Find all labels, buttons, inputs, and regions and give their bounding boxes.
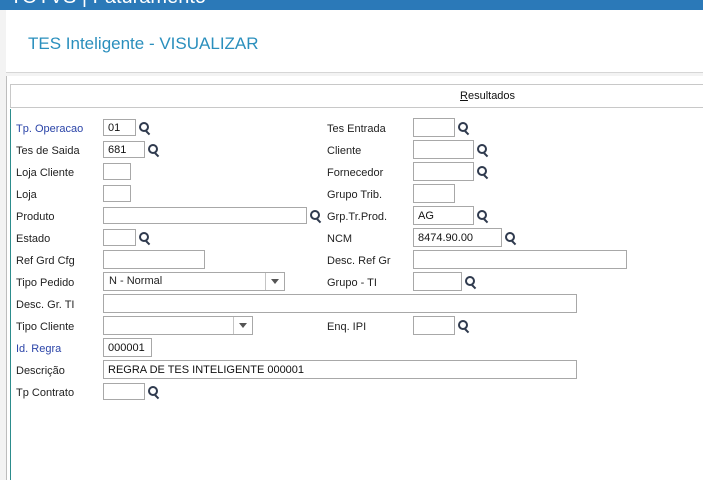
- cliente-label: Cliente: [327, 145, 362, 157]
- tes-entrada-input[interactable]: [413, 118, 455, 137]
- enq-ipi-search-icon[interactable]: [458, 320, 471, 333]
- produto-input[interactable]: [103, 207, 307, 224]
- desc-gr-ti-input[interactable]: [103, 294, 577, 313]
- tp-contrato-label: Tp Contrato: [16, 387, 75, 399]
- tes-saida-input[interactable]: [103, 141, 145, 158]
- cliente-input[interactable]: [413, 140, 474, 159]
- main-area: Resultados Tp. Operacao Tes de Saida Loj…: [6, 76, 703, 480]
- app-top-title: TOTVS | Faturamento: [10, 0, 206, 9]
- tipo-pedido-select[interactable]: N - Normal: [103, 272, 285, 291]
- grp-tr-prod-input[interactable]: [413, 206, 474, 225]
- tipo-pedido-label: Tipo Pedido: [16, 277, 75, 289]
- ncm-search-icon[interactable]: [505, 232, 518, 245]
- enq-ipi-label: Enq. IPI: [327, 321, 367, 333]
- tp-operacao-input[interactable]: [103, 119, 136, 136]
- loja-cliente-label: Loja Cliente: [16, 167, 75, 179]
- cliente-search-icon[interactable]: [477, 144, 490, 157]
- descricao-input[interactable]: [103, 360, 577, 379]
- tp-operacao-search-icon[interactable]: [139, 122, 152, 135]
- loja-input[interactable]: [103, 185, 131, 202]
- tab-resultados-label: esultados: [467, 90, 516, 102]
- app-top-bar: TOTVS | Faturamento: [0, 0, 703, 10]
- id-regra-input[interactable]: [103, 338, 152, 357]
- desc-ref-gr-label: Desc. Ref Gr: [327, 255, 391, 267]
- produto-search-icon[interactable]: [310, 210, 323, 223]
- tp-contrato-search-icon[interactable]: [148, 386, 161, 399]
- fornecedor-label: Fornecedor: [327, 167, 384, 179]
- tipo-cliente-select[interactable]: [103, 316, 253, 335]
- tab-resultados[interactable]: Resultados: [460, 90, 515, 102]
- tes-saida-label: Tes de Saida: [16, 145, 80, 157]
- loja-label: Loja: [16, 189, 37, 201]
- grupo-ti-input[interactable]: [413, 272, 462, 291]
- tipo-pedido-value: N - Normal: [109, 275, 163, 287]
- tes-entrada-search-icon[interactable]: [458, 122, 471, 135]
- desc-ref-gr-input[interactable]: [413, 250, 627, 269]
- tipo-cliente-label: Tipo Cliente: [16, 321, 75, 333]
- results-tab-bar: Resultados: [10, 84, 703, 108]
- estado-search-icon[interactable]: [139, 232, 152, 245]
- ref-grd-cfg-input[interactable]: [103, 250, 205, 269]
- fornecedor-input[interactable]: [413, 162, 474, 181]
- produto-label: Produto: [16, 211, 55, 223]
- tab-resultados-accesskey: R: [460, 90, 468, 102]
- page-header: TES Inteligente - VISUALIZAR: [6, 10, 703, 73]
- grp-tr-prod-search-icon[interactable]: [477, 210, 490, 223]
- desc-gr-ti-label: Desc. Gr. TI: [16, 299, 75, 311]
- tipo-cliente-chevron-down-icon[interactable]: [233, 317, 252, 334]
- tp-contrato-input[interactable]: [103, 383, 145, 400]
- grupo-ti-search-icon[interactable]: [465, 276, 478, 289]
- loja-cliente-input[interactable]: [103, 163, 131, 180]
- tipo-pedido-chevron-down-icon[interactable]: [265, 273, 284, 290]
- fornecedor-search-icon[interactable]: [477, 166, 490, 179]
- ncm-input[interactable]: [413, 228, 502, 247]
- form-panel: Tp. Operacao Tes de Saida Loja Cliente L…: [10, 109, 703, 480]
- ref-grd-cfg-label: Ref Grd Cfg: [16, 255, 75, 267]
- grupo-trib-label: Grupo Trib.: [327, 189, 383, 201]
- tp-operacao-label: Tp. Operacao: [16, 123, 84, 135]
- grp-tr-prod-label: Grp.Tr.Prod.: [327, 211, 388, 223]
- id-regra-label: Id. Regra: [16, 343, 62, 355]
- estado-input[interactable]: [103, 229, 136, 246]
- tes-entrada-label: Tes Entrada: [327, 123, 386, 135]
- enq-ipi-input[interactable]: [413, 316, 455, 335]
- grupo-trib-input[interactable]: [413, 184, 455, 203]
- descricao-label: Descrição: [16, 365, 65, 377]
- page-title: TES Inteligente - VISUALIZAR: [28, 34, 259, 53]
- estado-label: Estado: [16, 233, 51, 245]
- tes-saida-search-icon[interactable]: [148, 144, 161, 157]
- grupo-ti-label: Grupo - TI: [327, 277, 377, 289]
- ncm-label: NCM: [327, 233, 353, 245]
